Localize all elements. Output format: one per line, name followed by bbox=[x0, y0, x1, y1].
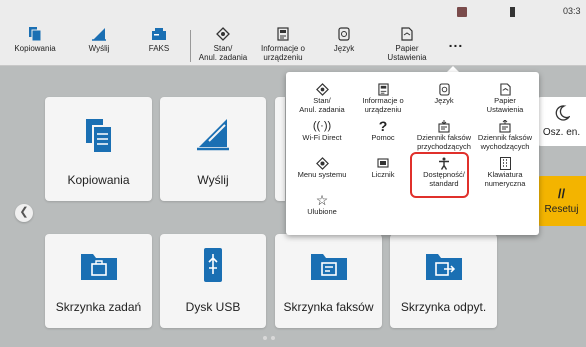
tile-fax-partial[interactable] bbox=[275, 97, 285, 201]
accessibility-icon bbox=[438, 156, 450, 170]
tile-usb[interactable]: Dysk USB bbox=[160, 234, 266, 328]
prev-page-button[interactable]: ❮ bbox=[15, 204, 33, 222]
menu-item-device-info[interactable]: Informacje o urządzeniu bbox=[352, 82, 414, 114]
topbar-device-info-button[interactable]: Informacje o urządzeniu bbox=[253, 26, 313, 64]
topbar-language-button[interactable]: Język bbox=[314, 26, 374, 64]
topbar-send-button[interactable]: Wyślij bbox=[69, 26, 129, 64]
send-icon bbox=[91, 26, 107, 42]
moon-icon bbox=[554, 105, 571, 124]
page-indicator bbox=[263, 336, 275, 340]
tile-fax-box[interactable]: Skrzynka faksów bbox=[275, 234, 382, 328]
clock: 03:3 bbox=[563, 6, 581, 16]
device-info-icon bbox=[377, 82, 389, 96]
reset-button[interactable]: // Resetuj bbox=[537, 176, 586, 226]
status-icon bbox=[315, 82, 329, 96]
send-icon bbox=[195, 117, 231, 154]
menu-item-language[interactable]: Język bbox=[413, 82, 475, 106]
battery-icon bbox=[510, 7, 515, 17]
help-icon: ? bbox=[378, 117, 388, 134]
status-icon bbox=[216, 26, 230, 42]
fax-icon bbox=[151, 26, 167, 42]
menu-item-fax-log-outgoing[interactable]: Dziennik faksów wychodzących bbox=[474, 119, 536, 151]
tile-send[interactable]: Wyślij bbox=[160, 97, 266, 201]
job-box-icon bbox=[79, 250, 119, 285]
polling-box-icon bbox=[424, 250, 464, 285]
reset-icon: // bbox=[557, 186, 566, 201]
menu-item-wifi-direct[interactable]: ((·)) Wi-Fi Direct bbox=[291, 119, 353, 143]
device-info-icon bbox=[277, 26, 289, 42]
menu-item-status[interactable]: Stan/ Anul. zadania bbox=[291, 82, 353, 114]
notification-icon bbox=[457, 7, 467, 17]
menu-item-counter[interactable]: Licznik bbox=[352, 156, 414, 180]
menu-item-paper-settings[interactable]: Papier Ustawienia bbox=[474, 82, 536, 114]
wifi-direct-icon: ((·)) bbox=[312, 119, 332, 132]
more-button[interactable]: ... bbox=[444, 34, 468, 54]
topbar-fax-button[interactable]: FAKS bbox=[129, 26, 189, 64]
topbar-paper-button[interactable]: Papier Ustawienia bbox=[377, 26, 437, 64]
topbar-divider bbox=[190, 30, 191, 62]
language-icon bbox=[338, 26, 350, 42]
top-bar: 03:3 Kopiowania Wyślij FAKS Stan/ Anul. … bbox=[0, 0, 586, 66]
copy-icon bbox=[84, 117, 114, 158]
fax-log-in-icon bbox=[438, 119, 450, 133]
page-dot bbox=[271, 336, 275, 340]
system-menu-icon bbox=[315, 156, 329, 170]
page-dot bbox=[263, 336, 267, 340]
paper-icon bbox=[499, 82, 511, 96]
tile-job-box[interactable]: Skrzynka zadań bbox=[45, 234, 152, 328]
fax-box-icon bbox=[309, 250, 349, 285]
copy-icon bbox=[28, 26, 42, 42]
energy-saver-button[interactable]: Osz. en. bbox=[537, 97, 586, 146]
tile-polling-box[interactable]: Skrzynka odpyt. bbox=[390, 234, 497, 328]
topbar-copy-button[interactable]: Kopiowania bbox=[5, 26, 65, 64]
counter-icon bbox=[377, 156, 389, 170]
language-icon bbox=[438, 82, 450, 96]
status-strip: 03:3 bbox=[0, 4, 586, 18]
favorites-icon: ☆ bbox=[315, 191, 329, 208]
menu-item-help[interactable]: ? Pomoc bbox=[352, 119, 414, 143]
paper-icon bbox=[401, 26, 413, 42]
menu-item-fax-log-incoming[interactable]: Dziennik faksów przychodzących bbox=[413, 119, 475, 151]
numpad-icon bbox=[499, 156, 511, 170]
menu-item-numeric-keypad[interactable]: Klawiatura numeryczna bbox=[474, 156, 536, 188]
fax-log-out-icon bbox=[499, 119, 511, 133]
tile-copy[interactable]: Kopiowania bbox=[45, 97, 152, 201]
topbar-status-button[interactable]: Stan/ Anul. zadania bbox=[193, 26, 253, 64]
usb-icon bbox=[201, 246, 225, 287]
menu-item-system-menu[interactable]: Menu systemu bbox=[291, 156, 353, 180]
menu-item-accessibility[interactable]: Dostępność/ standard bbox=[413, 156, 475, 188]
menu-item-favorites[interactable]: ☆ Ulubione bbox=[291, 193, 353, 217]
